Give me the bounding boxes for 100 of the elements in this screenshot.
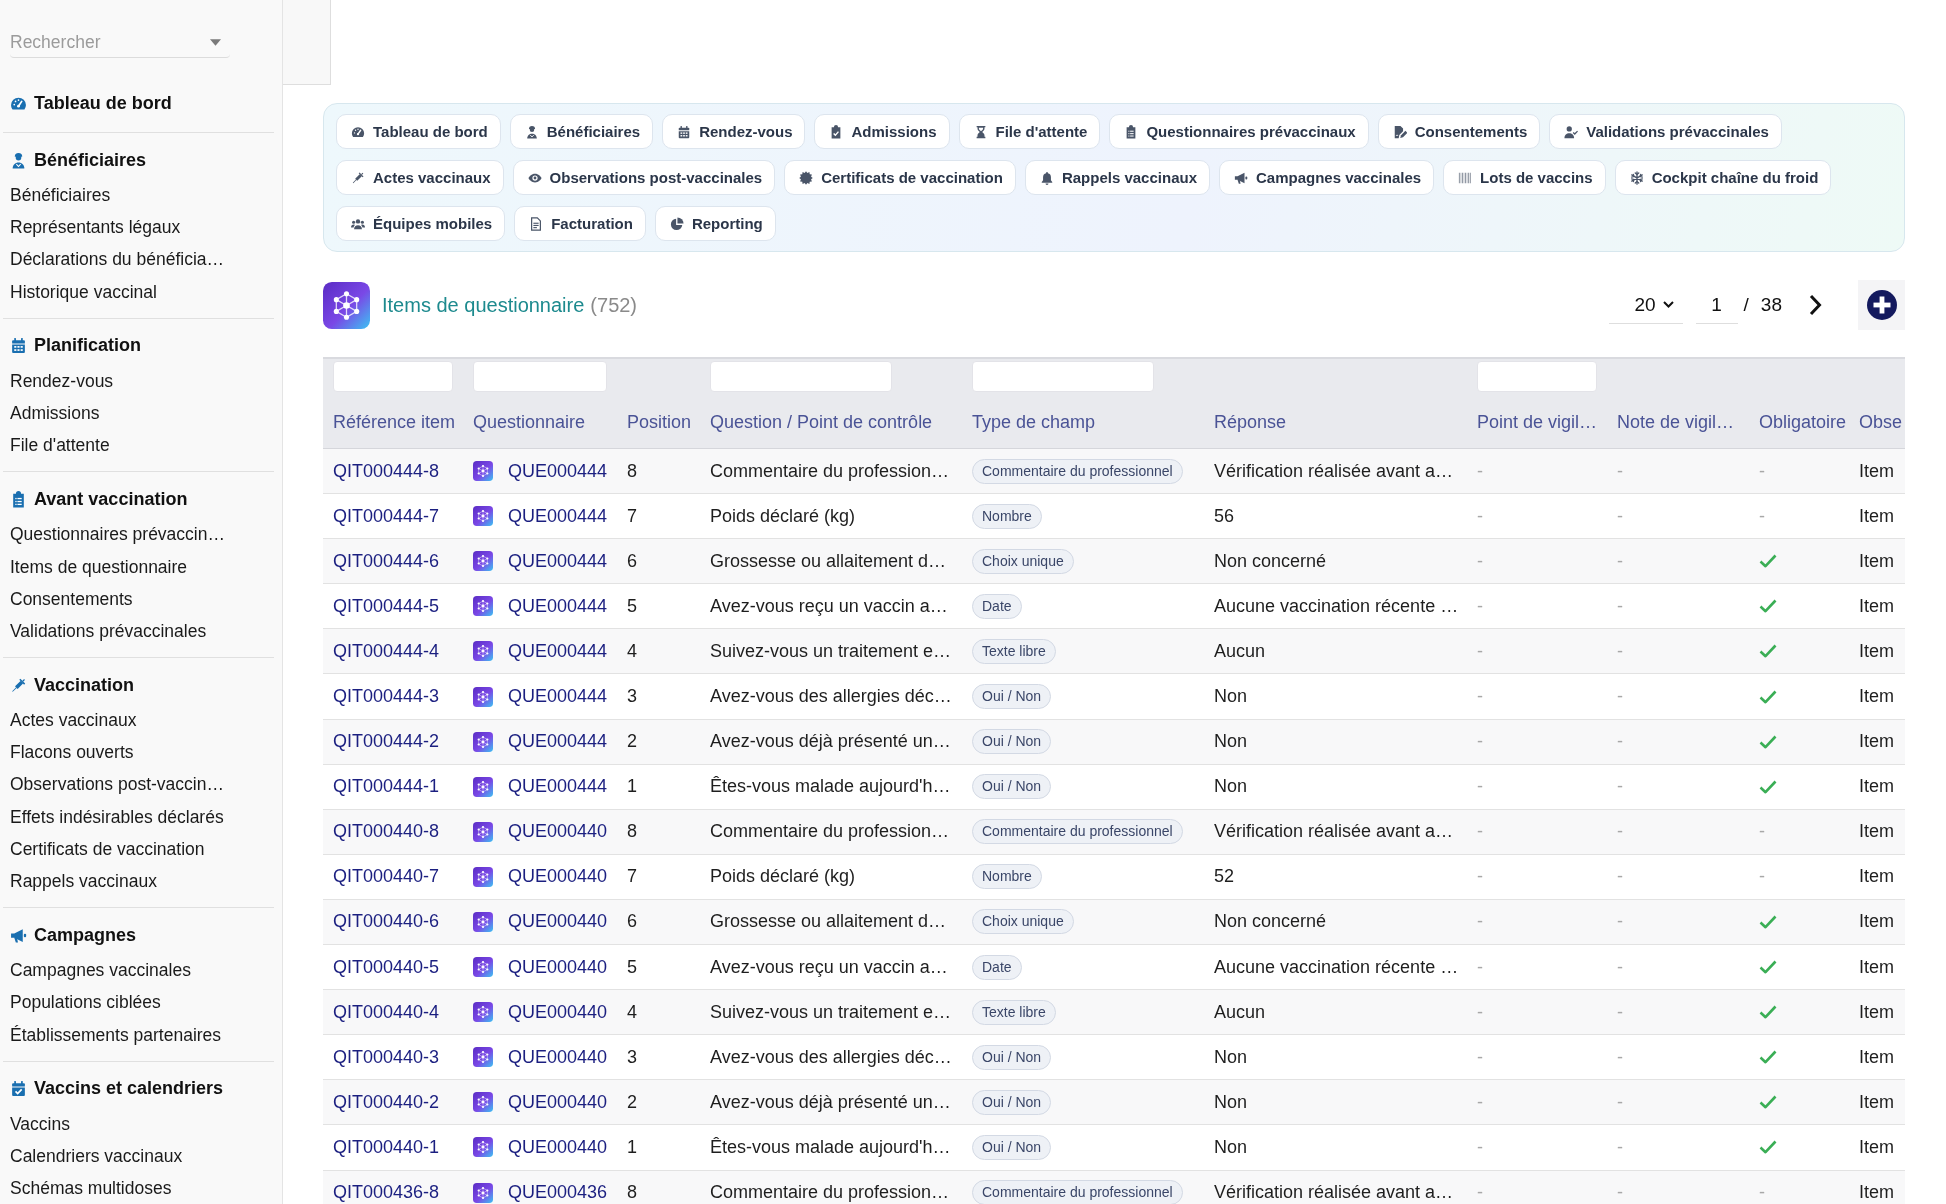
filter-field[interactable] xyxy=(972,361,1154,392)
shortcut-tab[interactable]: Bénéficiaires xyxy=(509,114,654,149)
shortcut-tab[interactable]: Consentements xyxy=(1377,114,1541,149)
questionnaire-link[interactable]: QUE000440 xyxy=(508,866,608,888)
column-header[interactable]: Obse xyxy=(1859,411,1903,433)
sidebar-item[interactable]: Schémas multidoses xyxy=(10,1172,172,1204)
reference-link[interactable]: QIT000440-5 xyxy=(333,956,440,977)
column-header[interactable]: Questionnaire xyxy=(473,411,586,433)
sidebar-item[interactable]: Bénéficiaires xyxy=(10,179,111,212)
questionnaire-link[interactable]: QUE000444 xyxy=(508,595,608,617)
sidebar-item[interactable]: Admissions xyxy=(10,396,100,430)
column-header[interactable]: Question / Point de contrôle xyxy=(710,411,933,433)
sidebar-section-header[interactable]: Planification xyxy=(10,328,141,363)
reference-link[interactable]: QIT000440-1 xyxy=(333,1136,440,1157)
sidebar-section-header[interactable]: Vaccins et calendriers xyxy=(10,1071,224,1106)
reference-link[interactable]: QIT000444-8 xyxy=(333,460,440,481)
column-header[interactable]: Réponse xyxy=(1214,411,1287,433)
shortcut-tab[interactable]: Cockpit chaîne du froid xyxy=(1614,160,1832,195)
shortcut-tab[interactable]: Tableau de bord xyxy=(336,114,501,149)
reference-link[interactable]: QIT000444-4 xyxy=(333,640,440,661)
page-input[interactable]: 1 xyxy=(1695,286,1738,324)
shortcut-tab[interactable]: Admissions xyxy=(814,114,950,149)
column-header[interactable]: Type de champ xyxy=(972,411,1096,433)
sidebar-item[interactable]: Flacons ouverts xyxy=(10,736,134,769)
sidebar-item[interactable]: Validations prévaccinales xyxy=(10,614,207,648)
reference-link[interactable]: QIT000436-8 xyxy=(333,1182,440,1203)
questionnaire-link[interactable]: QUE000444 xyxy=(508,550,608,572)
questionnaire-link[interactable]: QUE000440 xyxy=(508,1091,608,1113)
shortcut-tab[interactable]: Rendez-vous xyxy=(662,114,806,149)
reference-link[interactable]: QIT000440-7 xyxy=(333,866,440,887)
sidebar-item[interactable]: Consentements xyxy=(10,582,133,615)
shortcut-tab[interactable]: Facturation xyxy=(514,206,646,241)
filter-field[interactable] xyxy=(1477,361,1597,392)
sidebar-item[interactable]: Effets indésirables déclarés xyxy=(10,800,224,833)
shortcut-tab[interactable]: File d'attente xyxy=(958,114,1101,149)
search-field[interactable]: Rechercher xyxy=(10,27,230,58)
sidebar-section-header[interactable]: Vaccination xyxy=(10,668,135,703)
reference-link[interactable]: QIT000444-6 xyxy=(333,550,440,571)
sidebar-item[interactable]: Questionnaires prévaccin… xyxy=(10,518,225,551)
shortcut-tab[interactable]: Certificats de vaccination xyxy=(784,160,1016,195)
sidebar-item[interactable]: Historique vaccinal xyxy=(10,275,157,308)
sidebar-item[interactable]: Vaccins xyxy=(10,1107,70,1140)
sidebar-item[interactable]: Observations post-vaccin… xyxy=(10,768,224,801)
next-page-button[interactable] xyxy=(1808,294,1822,316)
questionnaire-link[interactable]: QUE000444 xyxy=(508,460,608,482)
page-size-select[interactable]: 20 xyxy=(1608,286,1683,324)
reference-link[interactable]: QIT000444-2 xyxy=(333,731,440,752)
reference-link[interactable]: QIT000440-6 xyxy=(333,911,440,932)
sidebar-section-header[interactable]: Avant vaccination xyxy=(10,482,188,517)
questionnaire-link[interactable]: QUE000440 xyxy=(508,821,608,843)
shortcut-tab[interactable]: Lots de vaccins xyxy=(1443,160,1606,195)
column-header[interactable]: Point de vigil… xyxy=(1477,411,1598,433)
reference-link[interactable]: QIT000444-5 xyxy=(333,595,440,616)
shortcut-tab[interactable]: Observations post-vaccinales xyxy=(512,160,776,195)
reference-link[interactable]: QIT000444-7 xyxy=(333,505,440,526)
questionnaire-link[interactable]: QUE000440 xyxy=(508,911,608,933)
reference-link[interactable]: QIT000440-8 xyxy=(333,821,440,842)
questionnaire-link[interactable]: QUE000444 xyxy=(508,640,608,662)
questionnaire-link[interactable]: QUE000444 xyxy=(508,776,608,798)
questionnaire-link[interactable]: QUE000440 xyxy=(508,956,608,978)
reference-link[interactable]: QIT000440-4 xyxy=(333,1001,440,1022)
sidebar-item[interactable]: Établissements partenaires xyxy=(10,1018,222,1051)
shortcut-tab[interactable]: Campagnes vaccinales xyxy=(1219,160,1435,195)
column-header[interactable]: Position xyxy=(627,411,692,433)
sidebar-item[interactable]: Items de questionnaire xyxy=(10,550,188,583)
shortcut-tab[interactable]: Équipes mobiles xyxy=(336,206,506,241)
filter-field[interactable] xyxy=(473,361,607,392)
questionnaire-link[interactable]: QUE000444 xyxy=(508,731,608,753)
sidebar-item[interactable]: Calendriers vaccinaux xyxy=(10,1139,183,1173)
filter-field[interactable] xyxy=(333,361,453,392)
column-header[interactable]: Note de vigil… xyxy=(1617,411,1735,433)
questionnaire-link[interactable]: QUE000436 xyxy=(508,1182,608,1204)
reference-link[interactable]: QIT000444-1 xyxy=(333,776,440,797)
shortcut-tab[interactable]: Rappels vaccinaux xyxy=(1024,160,1210,195)
sidebar-item[interactable]: Campagnes vaccinales xyxy=(10,954,191,987)
questionnaire-link[interactable]: QUE000440 xyxy=(508,1001,608,1023)
sidebar-item[interactable]: Rappels vaccinaux xyxy=(10,865,157,898)
questionnaire-link[interactable]: QUE000444 xyxy=(508,505,608,527)
sidebar-item[interactable]: Actes vaccinaux xyxy=(10,704,137,737)
sidebar-item[interactable]: File d'attente xyxy=(10,429,110,462)
questionnaire-link[interactable]: QUE000440 xyxy=(508,1046,608,1068)
reference-link[interactable]: QIT000444-3 xyxy=(333,686,440,706)
reference-link[interactable]: QIT000440-3 xyxy=(333,1046,440,1067)
sidebar-section-header[interactable]: Bénéficiaires xyxy=(10,143,147,177)
shortcut-tab[interactable]: Validations prévaccinales xyxy=(1549,114,1782,149)
column-header[interactable]: Référence item xyxy=(333,411,456,433)
sidebar-item[interactable]: Représentants légaux xyxy=(10,211,181,244)
sidebar-section-header[interactable]: Tableau de bord xyxy=(10,86,172,120)
column-header[interactable]: Obligatoire xyxy=(1759,411,1847,433)
sidebar-section-header[interactable]: Campagnes xyxy=(10,918,137,953)
reference-link[interactable]: QIT000440-2 xyxy=(333,1091,440,1112)
filter-field[interactable] xyxy=(710,361,892,392)
sidebar-item[interactable]: Déclarations du bénéficia… xyxy=(10,243,224,276)
sidebar-item[interactable]: Populations ciblées xyxy=(10,986,161,1019)
questionnaire-link[interactable]: QUE000440 xyxy=(508,1136,608,1158)
sidebar-item[interactable]: Rendez-vous xyxy=(10,364,114,397)
shortcut-tab[interactable]: Actes vaccinaux xyxy=(336,160,504,195)
add-button[interactable] xyxy=(1858,280,1905,330)
questionnaire-link[interactable]: QUE000444 xyxy=(508,686,608,707)
sidebar-item[interactable]: Certificats de vaccination xyxy=(10,832,205,865)
